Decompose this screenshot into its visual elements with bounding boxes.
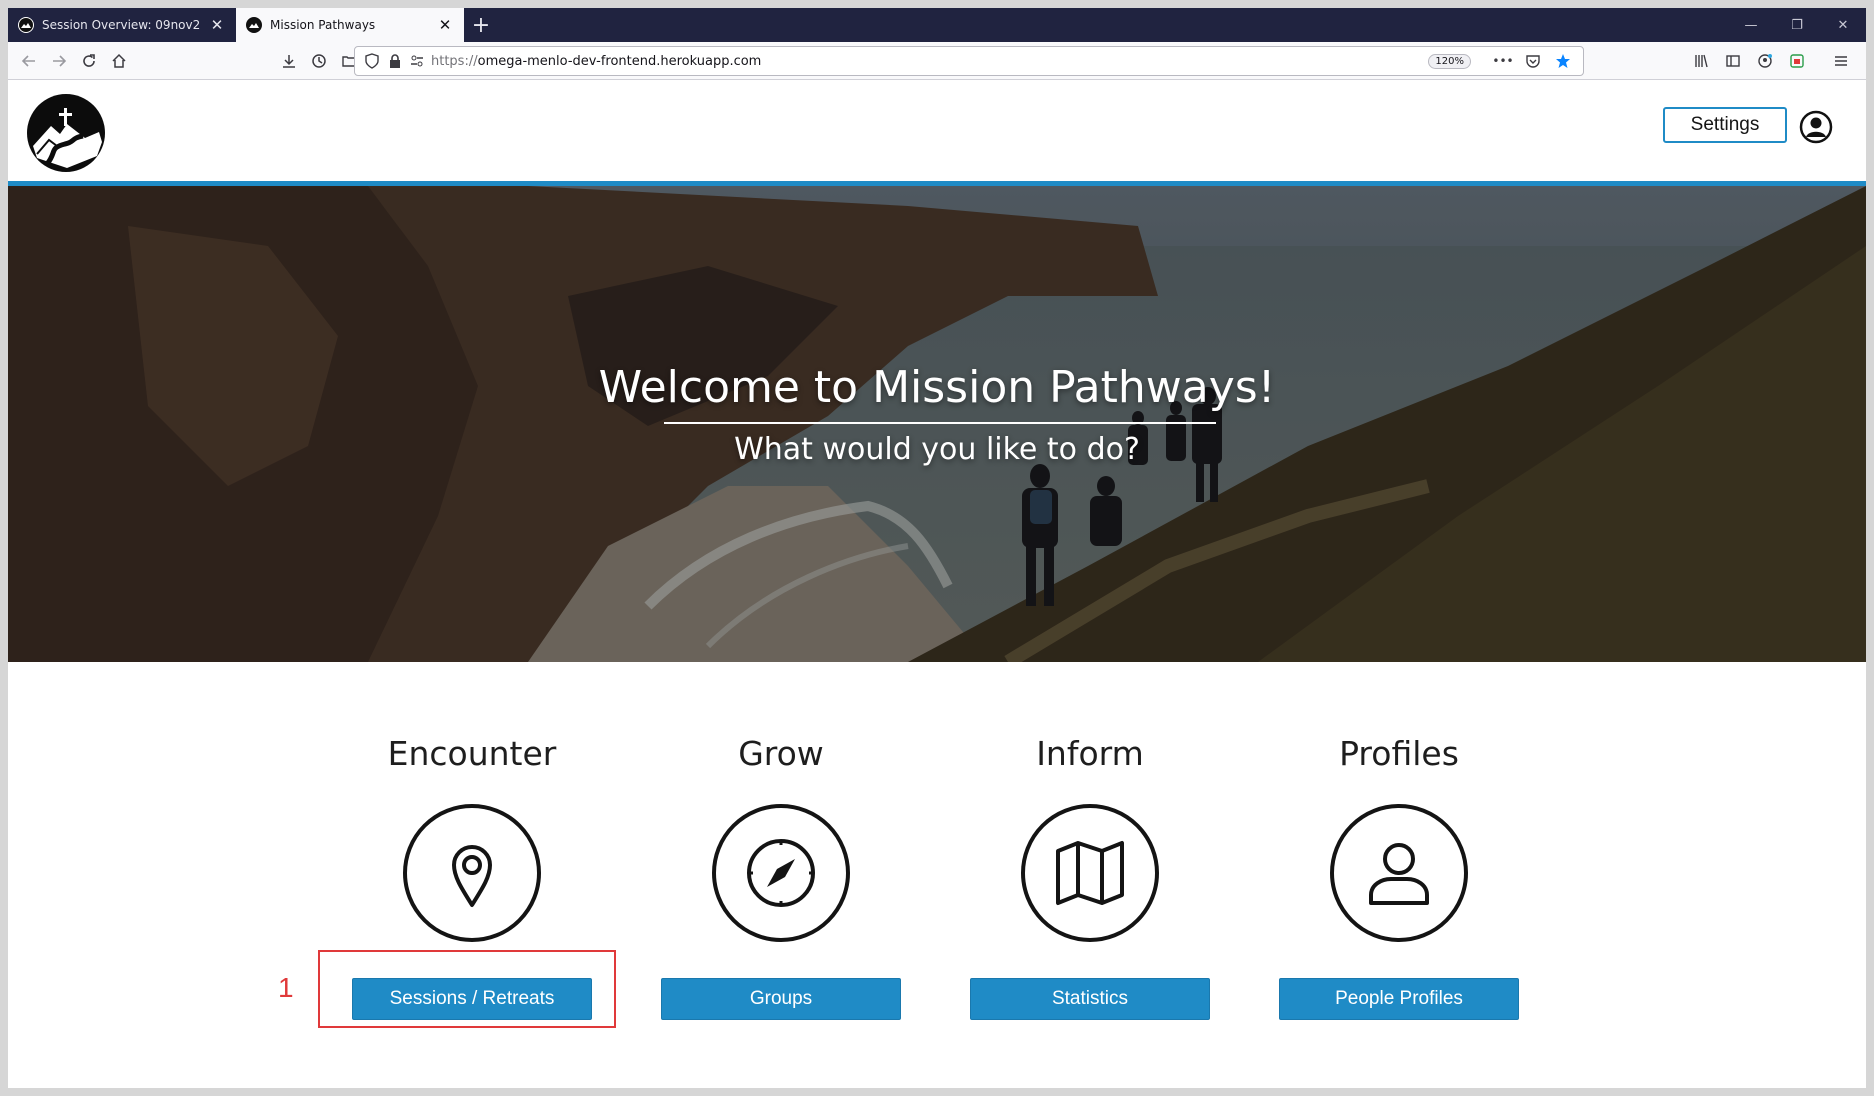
history-icon[interactable]	[304, 46, 334, 76]
permissions-icon[interactable]	[409, 46, 425, 76]
card-heading: Grow	[738, 734, 824, 773]
downloads-icon[interactable]	[274, 46, 304, 76]
card-heading: Profiles	[1339, 734, 1459, 773]
hero-title-underline	[664, 422, 1216, 424]
site-favicon-icon	[246, 17, 262, 33]
people-profiles-button[interactable]: People Profiles	[1279, 978, 1519, 1020]
card-heading: Encounter	[387, 734, 557, 773]
card-icon-circle	[1330, 804, 1468, 942]
menu-icon[interactable]	[1826, 46, 1856, 76]
card-grow: Grow Groups	[661, 734, 901, 1024]
reload-icon[interactable]	[74, 46, 104, 76]
shield-icon[interactable]	[363, 46, 381, 76]
toolbar-right-icons	[1686, 46, 1856, 76]
forward-icon[interactable]	[44, 46, 74, 76]
page-actions-icon[interactable]: •••	[1491, 46, 1515, 76]
lock-icon[interactable]	[387, 46, 403, 76]
settings-button[interactable]: Settings	[1663, 107, 1787, 143]
close-tab-icon[interactable]: ✕	[208, 16, 226, 34]
site-header: Settings	[8, 81, 1866, 181]
new-tab-icon[interactable]: +	[464, 8, 498, 42]
restore-icon[interactable]: ❐	[1774, 8, 1820, 42]
groups-button[interactable]: Groups	[661, 978, 901, 1020]
url-text: https://omega-menlo-dev-frontend.herokua…	[431, 54, 1422, 69]
address-bar[interactable]: https://omega-menlo-dev-frontend.herokua…	[354, 46, 1584, 76]
mission-pathways-logo[interactable]	[27, 94, 105, 172]
url-scheme: https://	[431, 53, 478, 69]
card-profiles: Profiles People Profiles	[1279, 734, 1519, 1024]
person-icon	[1369, 843, 1429, 905]
annotation-step-number: 1	[278, 972, 294, 1003]
map-pin-icon	[452, 845, 492, 907]
site-favicon-icon	[18, 17, 34, 33]
sidebar-icon[interactable]	[1718, 46, 1748, 76]
url-host: omega-menlo-dev-frontend.herokuapp.com	[477, 53, 762, 69]
window-controls: — ❐ ✕	[1728, 8, 1866, 42]
coastal-hike-photo	[8, 186, 1866, 662]
back-icon[interactable]	[14, 46, 44, 76]
tab-mission-pathways[interactable]: Mission Pathways ✕	[236, 8, 464, 42]
tab-title: Session Overview: 09nov2019	[42, 18, 200, 32]
card-inform: Inform Statistics	[970, 734, 1210, 1024]
library-icon[interactable]	[1686, 46, 1716, 76]
nav-toolbar: https://omega-menlo-dev-frontend.herokua…	[8, 42, 1866, 80]
pocket-icon[interactable]	[1521, 46, 1545, 76]
compass-icon	[747, 839, 815, 907]
hero-subtitle: What would you like to do?	[734, 432, 1140, 467]
browser-window: Session Overview: 09nov2019 ✕ Mission Pa…	[8, 8, 1866, 1088]
card-icon-circle	[1021, 804, 1159, 942]
hero-title: Welcome to Mission Pathways!	[598, 362, 1276, 413]
zoom-level-badge[interactable]: 120%	[1428, 53, 1471, 69]
hero-banner: Welcome to Mission Pathways! What would …	[8, 186, 1866, 662]
tab-strip: Session Overview: 09nov2019 ✕ Mission Pa…	[8, 8, 1866, 42]
card-icon-circle	[403, 804, 541, 942]
tab-session-overview[interactable]: Session Overview: 09nov2019 ✕	[8, 8, 236, 42]
card-icon-circle	[712, 804, 850, 942]
close-window-icon[interactable]: ✕	[1820, 8, 1866, 42]
annotation-highlight-box	[318, 950, 616, 1028]
minimize-icon[interactable]: —	[1728, 8, 1774, 42]
statistics-button[interactable]: Statistics	[970, 978, 1210, 1020]
tab-title: Mission Pathways	[270, 18, 376, 32]
extension-icon[interactable]	[1782, 46, 1812, 76]
user-account-icon[interactable]	[1799, 110, 1833, 144]
account-sync-icon[interactable]	[1750, 46, 1780, 76]
map-icon	[1056, 841, 1124, 905]
home-icon[interactable]	[104, 46, 134, 76]
close-tab-icon[interactable]: ✕	[436, 16, 454, 34]
bookmark-star-icon[interactable]	[1551, 46, 1575, 76]
card-heading: Inform	[1036, 734, 1144, 773]
